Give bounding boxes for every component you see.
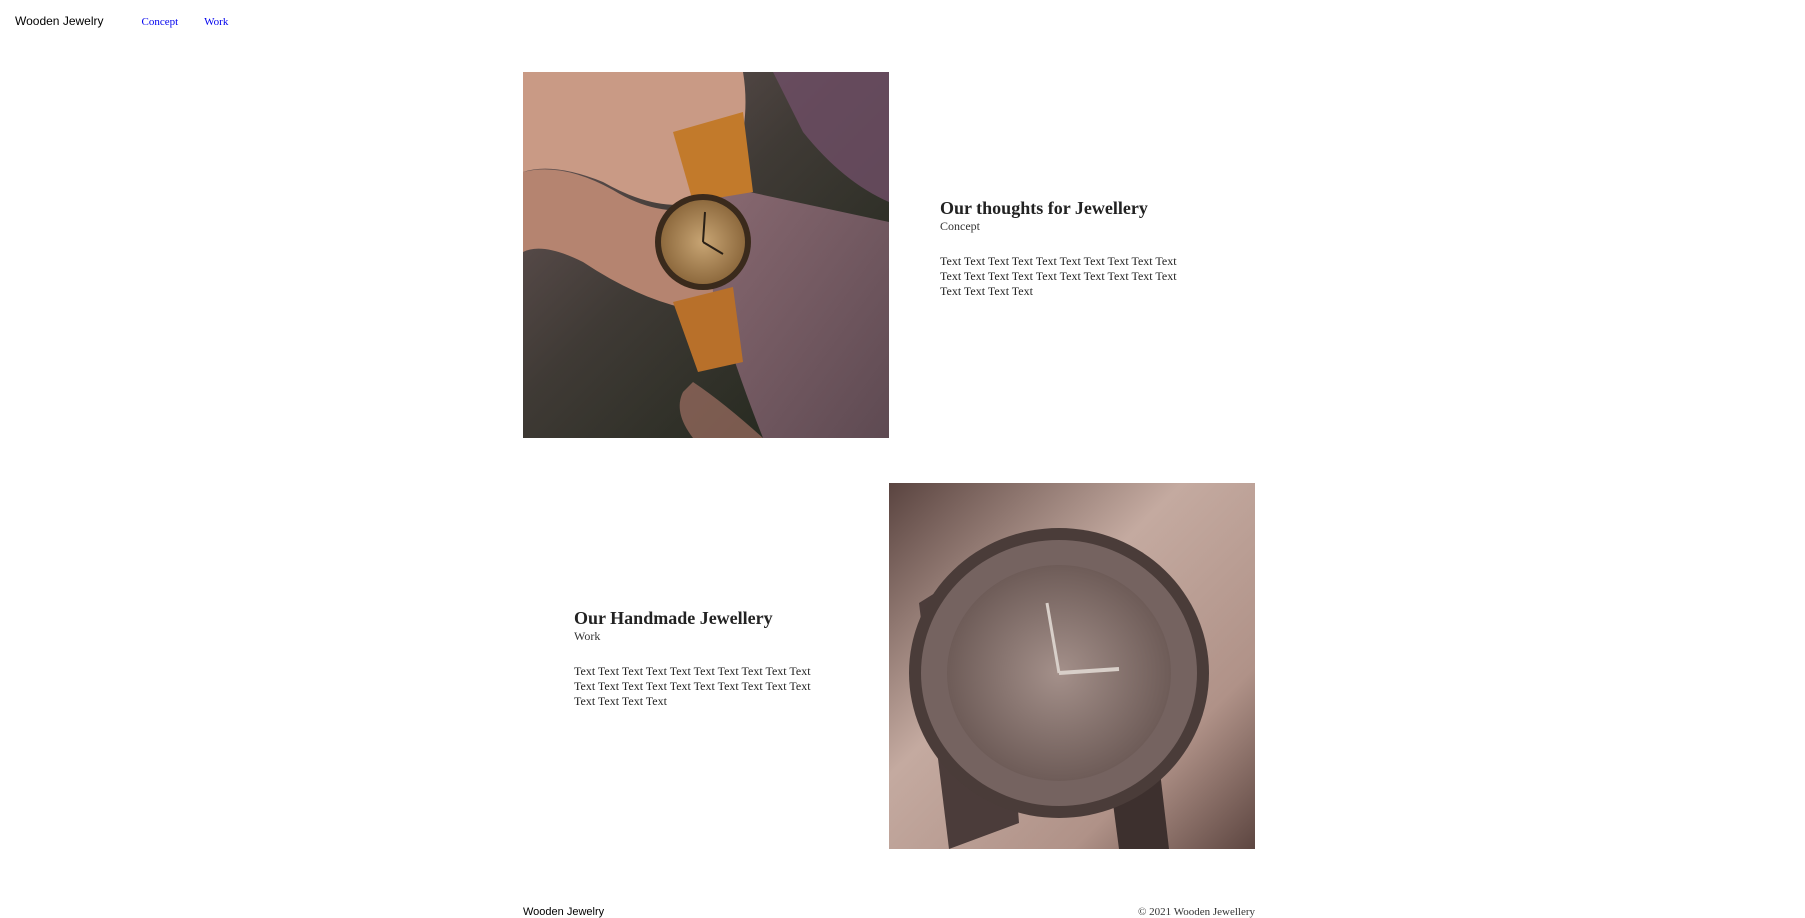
section-subtitle: Concept (940, 219, 980, 233)
main-nav: Concept Work (142, 12, 251, 30)
footer-copyright: © 2021 Wooden Jewellery (1138, 906, 1255, 918)
section-title: Our Handmade Jewellery (574, 608, 773, 628)
nav-link-concept[interactable]: Concept (142, 16, 179, 28)
section-body: Text Text Text Text Text Text Text Text … (940, 254, 1177, 298)
site-logo[interactable]: Wooden Jewelry (15, 14, 104, 28)
site-header: Wooden Jewelry Concept Work (15, 11, 250, 31)
wrist-watch-photo (523, 72, 889, 438)
concept-section: Our thoughts for Jewellery Concept Text … (940, 197, 1185, 299)
nav-link-work[interactable]: Work (204, 16, 228, 28)
section-subtitle: Work (574, 629, 601, 643)
work-section: Our Handmade Jewellery Work Text Text Te… (574, 607, 819, 709)
section-title: Our thoughts for Jewellery (940, 198, 1148, 218)
watch-closeup-photo (889, 483, 1255, 849)
footer-logo[interactable]: Wooden Jewelry (523, 906, 604, 918)
section-body: Text Text Text Text Text Text Text Text … (574, 664, 811, 708)
